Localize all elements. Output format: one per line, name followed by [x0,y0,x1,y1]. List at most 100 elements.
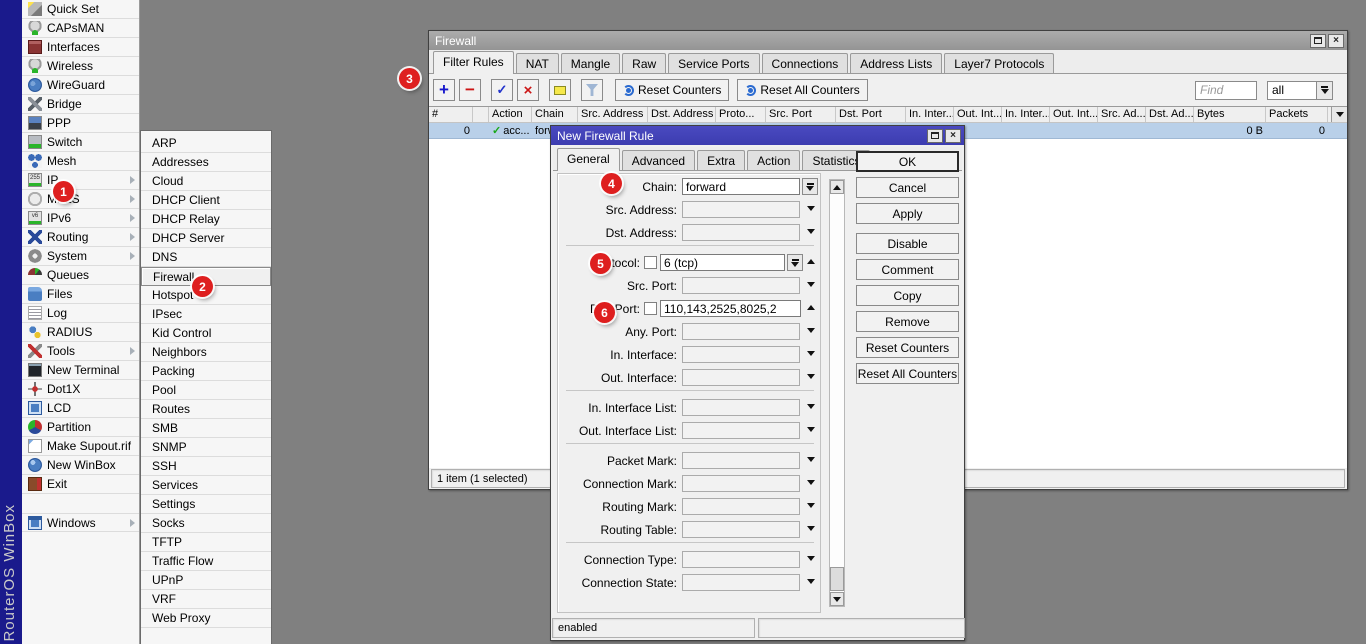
expand-arrow-icon[interactable] [807,206,815,211]
column-header-in-inter[interactable]: In. Inter... [1002,107,1050,122]
column-header-src-address[interactable]: Src. Address [578,107,648,122]
sidebar-item-queues[interactable]: Queues [22,266,139,285]
reset-counters-button[interactable]: Reset Counters [856,337,959,358]
sidebar-item-routing[interactable]: Routing [22,228,139,247]
field-input-src-address[interactable] [682,201,800,218]
dropdown-button[interactable] [1317,81,1333,100]
submenu-item-dhcp-relay[interactable]: DHCP Relay [141,210,271,229]
submenu-item-web-proxy[interactable]: Web Proxy [141,609,271,628]
close-button[interactable]: × [1328,34,1344,48]
firewall-window-titlebar[interactable]: Firewall × [429,31,1347,50]
submenu-item-vrf[interactable]: VRF [141,590,271,609]
remove-button[interactable]: Remove [856,311,959,332]
disable-button[interactable]: Disable [856,233,959,254]
tab-connections[interactable]: Connections [762,53,849,73]
expand-arrow-icon[interactable] [807,282,815,287]
expand-arrow-icon[interactable] [807,404,815,409]
remove-rule-button[interactable]: − [459,79,481,101]
tab-advanced[interactable]: Advanced [622,150,695,170]
submenu-item-kid-control[interactable]: Kid Control [141,324,271,343]
submenu-item-dhcp-client[interactable]: DHCP Client [141,191,271,210]
dropdown-button[interactable] [787,254,803,271]
not-checkbox[interactable] [644,256,657,269]
sidebar-item-lcd[interactable]: LCD [22,399,139,418]
comment-button[interactable]: Comment [856,259,959,280]
reset-counters-button[interactable]: Reset Counters [615,79,729,101]
scroll-up-button[interactable] [830,180,844,194]
sidebar-item-mpls[interactable]: MPLS [22,190,139,209]
expand-arrow-icon[interactable] [807,328,815,333]
expand-arrow-icon[interactable] [807,556,815,561]
field-input-in-interface-list[interactable] [682,399,800,416]
submenu-item-smb[interactable]: SMB [141,419,271,438]
find-input[interactable] [1195,81,1257,100]
column-header-action[interactable]: Action [489,107,532,122]
submenu-item-dns[interactable]: DNS [141,248,271,267]
sidebar-item-windows[interactable]: Windows [22,513,139,532]
field-input-connection-type[interactable] [682,551,800,568]
sidebar-item-ip[interactable]: IP [22,171,139,190]
field-input-routing-mark[interactable] [682,498,800,515]
column-header-out-int[interactable]: Out. Int... [1050,107,1098,122]
sidebar-item-ipv6[interactable]: IPv6 [22,209,139,228]
submenu-item-arp[interactable]: ARP [141,134,271,153]
scrollbar-thumb[interactable] [830,567,844,591]
field-input-out-interface[interactable] [682,369,800,386]
column-header-chain[interactable]: Chain [532,107,578,122]
expand-arrow-icon[interactable] [807,427,815,432]
submenu-item-pool[interactable]: Pool [141,381,271,400]
sidebar-item-switch[interactable]: Switch [22,133,139,152]
tab-filter-rules[interactable]: Filter Rules [433,51,514,74]
column-header-out-int[interactable]: Out. Int... [954,107,1002,122]
close-button[interactable]: × [945,129,961,143]
submenu-item-ipsec[interactable]: IPsec [141,305,271,324]
expand-arrow-icon[interactable] [807,457,815,462]
maximize-button[interactable] [1310,34,1326,48]
scroll-down-button[interactable] [830,592,844,606]
column-header-dst-ad[interactable]: Dst. Ad... [1146,107,1194,122]
expand-arrow-icon[interactable] [807,374,815,379]
cancel-button[interactable]: Cancel [856,177,959,198]
field-input-packet-mark[interactable] [682,452,800,469]
sidebar-item-partition[interactable]: Partition [22,418,139,437]
sidebar-item-exit[interactable]: Exit [22,475,139,494]
sidebar-item-quick-set[interactable]: Quick Set [22,0,139,19]
field-input-out-interface-list[interactable] [682,422,800,439]
tab-service-ports[interactable]: Service Ports [668,53,759,73]
sidebar-item-files[interactable]: Files [22,285,139,304]
add-rule-button[interactable]: + [433,79,455,101]
form-scrollbar[interactable] [829,179,845,607]
field-input-connection-mark[interactable] [682,475,800,492]
filter-button[interactable] [581,79,603,101]
sidebar-item-make-supout-rif[interactable]: Make Supout.rif [22,437,139,456]
submenu-item-snmp[interactable]: SNMP [141,438,271,457]
sidebar-item-wireless[interactable]: Wireless [22,57,139,76]
disable-rule-button[interactable]: × [517,79,539,101]
filter-scope-combo[interactable]: all [1267,81,1333,100]
column-header-[interactable]: # [429,107,473,122]
field-input-routing-table[interactable] [682,521,800,538]
sidebar-item-capsman[interactable]: CAPsMAN [22,19,139,38]
field-input-dst-port[interactable]: 110,143,2525,8025,2 [660,300,801,317]
column-header-dst-port[interactable]: Dst. Port [836,107,906,122]
tab-raw[interactable]: Raw [622,53,666,73]
column-header-icon[interactable] [473,107,489,122]
submenu-item-services[interactable]: Services [141,476,271,495]
expand-arrow-icon[interactable] [807,503,815,508]
collapse-arrow-icon[interactable] [807,259,815,264]
sidebar-item-ppp[interactable]: PPP [22,114,139,133]
expand-arrow-icon[interactable] [807,579,815,584]
rule-dialog-titlebar[interactable]: New Firewall Rule × [551,126,964,145]
submenu-item-dhcp-server[interactable]: DHCP Server [141,229,271,248]
tab-layer7-protocols[interactable]: Layer7 Protocols [944,53,1054,73]
column-selector-button[interactable] [1331,107,1347,122]
sidebar-item-interfaces[interactable]: Interfaces [22,38,139,57]
sidebar-item-system[interactable]: System [22,247,139,266]
reset-all-counters-button[interactable]: Reset All Counters [856,363,959,384]
sidebar-item-bridge[interactable]: Bridge [22,95,139,114]
comment-button[interactable] [549,79,571,101]
sidebar-item-tools[interactable]: Tools [22,342,139,361]
tab-address-lists[interactable]: Address Lists [850,53,942,73]
field-input-protocol[interactable]: 6 (tcp) [660,254,785,271]
submenu-item-packing[interactable]: Packing [141,362,271,381]
